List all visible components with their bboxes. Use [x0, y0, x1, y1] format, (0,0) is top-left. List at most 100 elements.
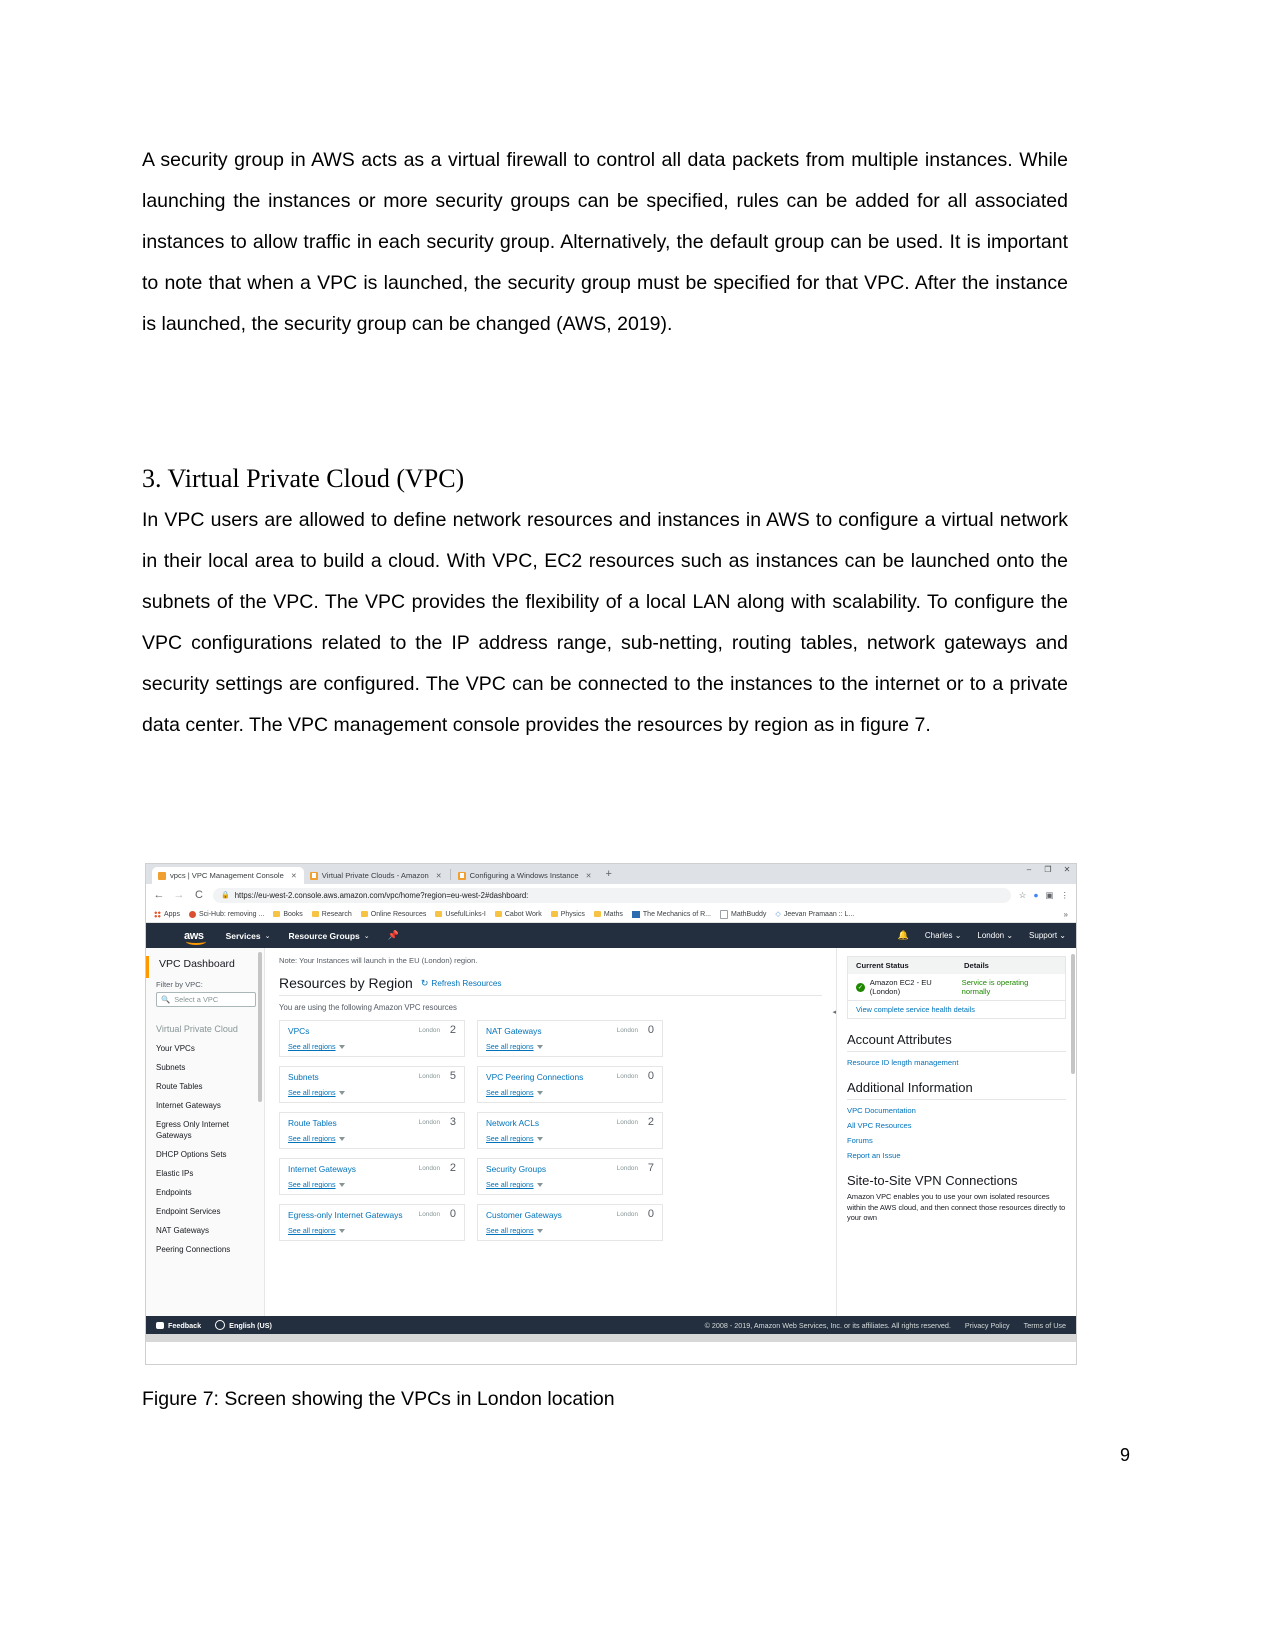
language-button[interactable]: English (US) — [215, 1320, 272, 1330]
bookmark-research[interactable]: Research — [311, 911, 352, 918]
document-text-column: A security group in AWS acts as a virtua… — [142, 140, 1068, 746]
tab-close-icon[interactable]: ✕ — [586, 872, 592, 880]
resource-card-security-groups[interactable]: Security Groups London 7 See all regions — [477, 1158, 663, 1195]
feedback-button[interactable]: Feedback — [156, 1321, 201, 1330]
maximize-icon[interactable]: ❐ — [1042, 865, 1054, 874]
new-tab-button[interactable]: + — [605, 868, 611, 879]
feedback-icon — [156, 1321, 164, 1329]
nav-region[interactable]: London ⌄ — [977, 931, 1013, 940]
bookmark-books[interactable]: Books — [273, 911, 303, 918]
resource-card-subnets[interactable]: Subnets London 5 See all regions — [279, 1066, 465, 1103]
link-forums[interactable]: Forums — [847, 1136, 1066, 1145]
card-count: 0 — [449, 1208, 456, 1220]
scihub-icon — [188, 910, 196, 918]
bookmark-maths[interactable]: Maths — [593, 910, 623, 918]
card-region: London — [616, 1027, 638, 1034]
sidebar-item-egress-only-internet-gateways[interactable]: Egress Only Internet Gateways — [146, 1115, 264, 1145]
nav-services[interactable]: Services ⌄ — [226, 931, 271, 941]
bookmark-label: Maths — [603, 910, 623, 918]
sidebar-item-subnets[interactable]: Subnets — [146, 1058, 264, 1077]
resource-card-nat-gateways[interactable]: NAT Gateways London 0 See all regions — [477, 1020, 663, 1057]
forward-icon[interactable]: → — [173, 889, 185, 901]
nav-support[interactable]: Support ⌄ — [1029, 931, 1066, 940]
see-all-regions-link[interactable]: See all regions — [486, 1226, 654, 1235]
sidebar-item-elastic-ips[interactable]: Elastic IPs — [146, 1164, 264, 1183]
sidebar-item-nat-gateways[interactable]: NAT Gateways — [146, 1221, 264, 1240]
resource-card-vpcs[interactable]: VPCs London 2 See all regions — [279, 1020, 465, 1057]
vpc-filter-input[interactable]: 🔍 Select a VPC — [156, 992, 256, 1007]
chevron-down-icon: ⌄ — [1006, 931, 1014, 940]
bookmark-usefullinks[interactable]: UsefulLinks-I — [435, 911, 486, 918]
chevron-down-icon: ⌄ — [363, 932, 370, 940]
bell-icon[interactable]: 🔔 — [898, 930, 909, 941]
browser-tab-2[interactable]: Virtual Private Clouds - Amazon ✕ — [304, 867, 449, 884]
sidebar-item-endpoints[interactable]: Endpoints — [146, 1183, 264, 1202]
bookmark-scihub[interactable]: Sci-Hub: removing ... — [188, 910, 264, 918]
paragraph-vpc: In VPC users are allowed to define netwo… — [142, 509, 1068, 736]
right-panel-scrollbar[interactable] — [1071, 954, 1075, 1074]
card-region: London — [616, 1165, 638, 1172]
resource-card-egress-only-internet-gateways[interactable]: Egress-only Internet Gateways London 0 S… — [279, 1204, 465, 1241]
address-bar[interactable]: 🔒 https://eu-west-2.console.aws.amazon.c… — [213, 887, 1011, 903]
link-all-vpc-resources[interactable]: All VPC Resources — [847, 1121, 1066, 1130]
see-all-regions-link[interactable]: See all regions — [486, 1180, 654, 1189]
resource-card-customer-gateways[interactable]: Customer Gateways London 0 See all regio… — [477, 1204, 663, 1241]
see-all-regions-link[interactable]: See all regions — [486, 1042, 654, 1051]
status-header-current: Current Status — [856, 961, 909, 970]
cast-icon[interactable]: ▣ — [1045, 890, 1053, 901]
minimize-icon[interactable]: – — [1023, 865, 1035, 874]
browser-menu-icon[interactable]: ⋮ — [1061, 890, 1070, 901]
profile-avatar-icon[interactable]: ● — [1033, 890, 1038, 900]
resource-card-route-tables[interactable]: Route Tables London 3 See all regions — [279, 1112, 465, 1149]
card-region: London — [616, 1119, 638, 1126]
nav-resource-groups[interactable]: Resource Groups ⌄ — [288, 931, 369, 941]
back-icon[interactable]: ← — [153, 889, 165, 901]
aws-logo[interactable]: aws — [184, 930, 206, 945]
resource-card-network-acls[interactable]: Network ACLs London 2 See all regions — [477, 1112, 663, 1149]
browser-tab-3[interactable]: Configuring a Windows Instance ✕ — [452, 867, 599, 884]
resource-card-internet-gateways[interactable]: Internet Gateways London 2 See all regio… — [279, 1158, 465, 1195]
bookmark-mathbuddy[interactable]: MathBuddy — [720, 909, 766, 919]
vpc-right-panel: Current Status Details ✓ Amazon EC2 - EU… — [836, 948, 1076, 1316]
see-all-regions-link[interactable]: See all regions — [486, 1088, 654, 1097]
resource-id-length-link[interactable]: Resource ID length management — [847, 1058, 1066, 1067]
link-vpc-documentation[interactable]: VPC Documentation — [847, 1106, 1066, 1115]
sidebar-item-internet-gateways[interactable]: Internet Gateways — [146, 1096, 264, 1115]
see-all-regions-link[interactable]: See all regions — [288, 1134, 456, 1143]
see-all-regions-link[interactable]: See all regions — [486, 1134, 654, 1143]
sidebar-scrollbar[interactable] — [258, 952, 262, 1102]
bookmark-physics[interactable]: Physics — [550, 911, 585, 918]
card-count: 7 — [647, 1162, 654, 1174]
bookmark-apps[interactable]: Apps — [154, 910, 180, 918]
see-all-regions-link[interactable]: See all regions — [288, 1088, 456, 1097]
browser-tab-1[interactable]: vpcs | VPC Management Console ✕ — [152, 867, 304, 884]
link-report-an-issue[interactable]: Report an Issue — [847, 1151, 1066, 1160]
see-all-regions-link[interactable]: See all regions — [288, 1226, 456, 1235]
divider — [279, 995, 822, 996]
sidebar-item-dhcp-options-sets[interactable]: DHCP Options Sets — [146, 1145, 264, 1164]
sidebar-item-endpoint-services[interactable]: Endpoint Services — [146, 1202, 264, 1221]
service-health-link[interactable]: View complete service health details — [848, 1000, 1065, 1019]
bookmark-online-resources[interactable]: Online Resources — [360, 911, 426, 918]
tab-close-icon[interactable]: ✕ — [436, 872, 442, 880]
reload-icon[interactable]: C — [193, 889, 205, 901]
resource-card-vpc-peering-connections[interactable]: VPC Peering Connections London 0 See all… — [477, 1066, 663, 1103]
see-all-regions-link[interactable]: See all regions — [288, 1180, 456, 1189]
nav-account[interactable]: Charles ⌄ — [925, 931, 962, 940]
site-icon: ◇ — [775, 911, 781, 918]
sidebar-item-peering-connections[interactable]: Peering Connections — [146, 1240, 264, 1259]
sidebar-item-your-vpcs[interactable]: Your VPCs — [146, 1039, 264, 1058]
pin-icon[interactable]: 📌 — [388, 930, 399, 941]
bookmark-mechanics[interactable]: The Mechanics of R... — [631, 910, 711, 918]
terms-of-use-link[interactable]: Terms of Use — [1024, 1321, 1066, 1330]
bookmarks-overflow-icon[interactable]: » — [1064, 910, 1068, 919]
privacy-policy-link[interactable]: Privacy Policy — [965, 1321, 1010, 1330]
tab-close-icon[interactable]: ✕ — [291, 872, 297, 880]
close-window-icon[interactable]: ✕ — [1061, 865, 1073, 874]
see-all-regions-link[interactable]: See all regions — [288, 1042, 456, 1051]
refresh-resources-button[interactable]: ↻ Refresh Resources — [421, 978, 502, 989]
bookmark-jeevan-pramaan[interactable]: ◇ Jeevan Pramaan :: L... — [775, 910, 854, 919]
bookmark-cabot-work[interactable]: Cabot Work — [494, 911, 542, 918]
sidebar-item-route-tables[interactable]: Route Tables — [146, 1077, 264, 1096]
bookmark-star-icon[interactable]: ☆ — [1019, 890, 1027, 901]
